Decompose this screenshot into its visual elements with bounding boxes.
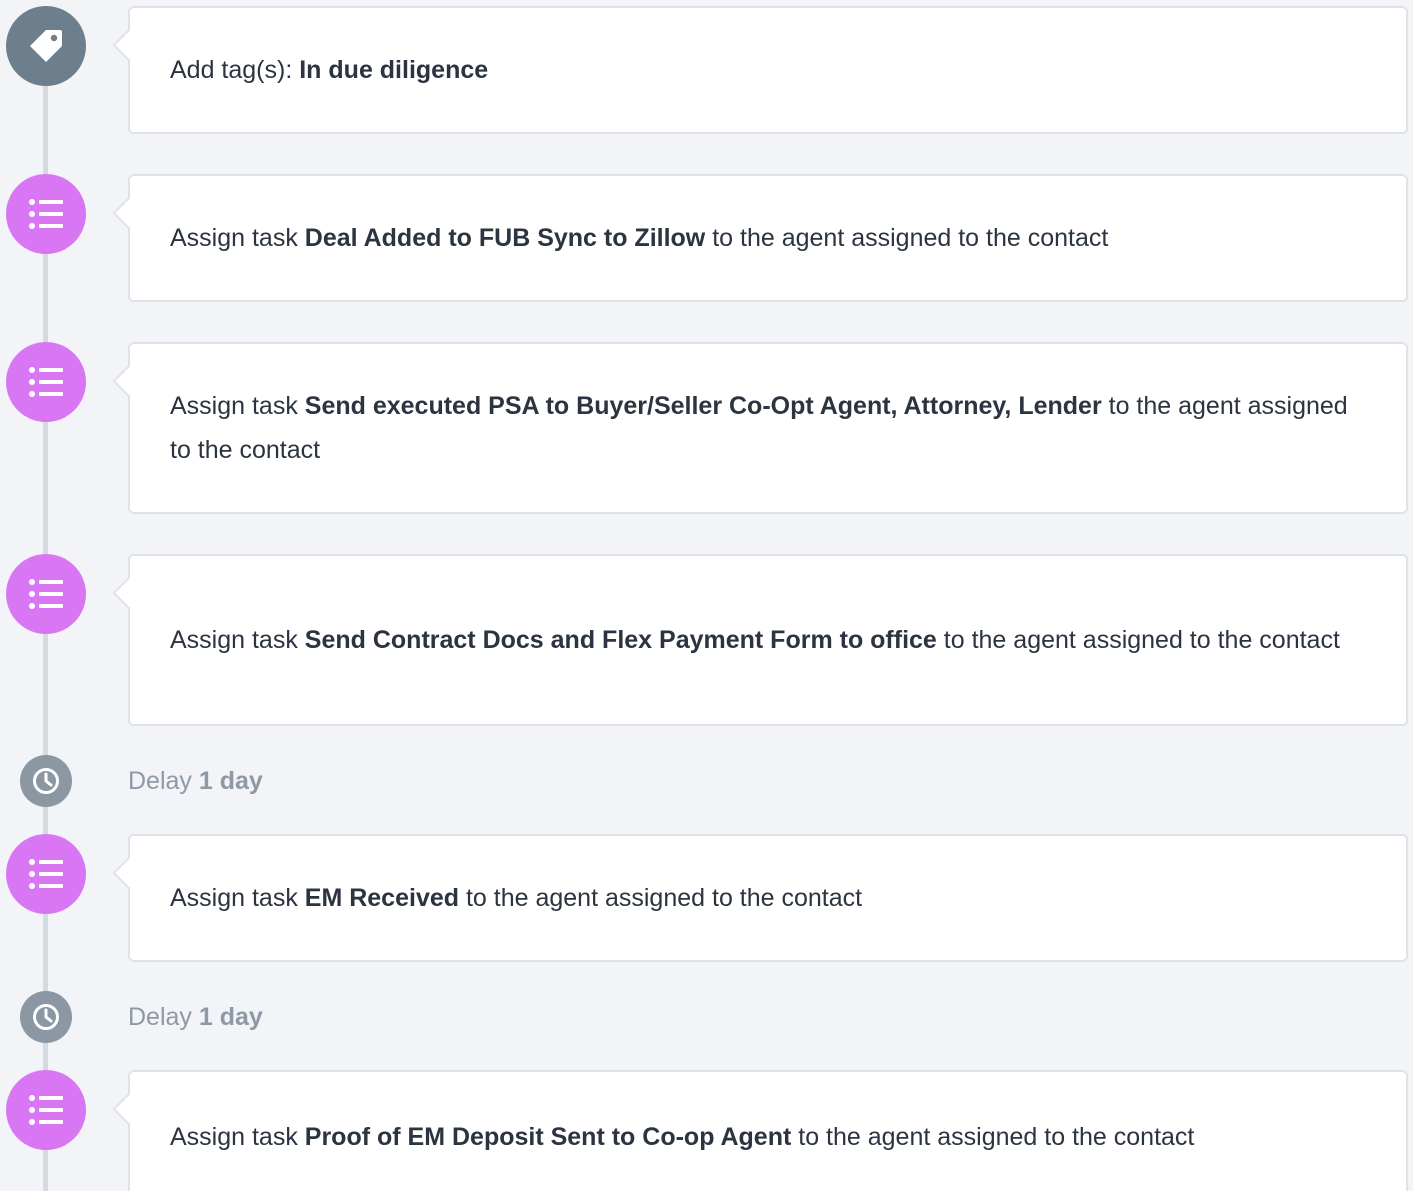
step-card-assign-task[interactable]: Assign task Proof of EM Deposit Sent to … [128,1070,1408,1191]
automation-timeline: Add tag(s): In due diligence Assign task… [0,0,1413,1191]
task-list-icon [6,554,86,634]
task-name: Proof of EM Deposit Sent to Co-op Agent [304,1123,792,1151]
tag-icon [6,6,86,86]
delay-label: Delay [128,767,199,795]
step-card-assign-task[interactable]: Assign task EM Received to the agent ass… [128,834,1408,962]
task-list-icon [6,1070,86,1150]
step-text: Assign task Proof of EM Deposit Sent to … [170,1123,1195,1151]
step-text: Assign task Send Contract Docs and Flex … [170,626,1340,654]
task-list-icon [6,174,86,254]
task-list-icon [6,834,86,914]
tag-name: In due diligence [299,56,489,84]
clock-icon [20,991,72,1043]
step-text: Assign task Deal Added to FUB Sync to Zi… [170,224,1109,252]
step-text: Assign task Send executed PSA to Buyer/S… [170,392,1348,464]
task-name: Send executed PSA to Buyer/Seller Co-Opt… [304,392,1102,420]
step-card-assign-task[interactable]: Assign task Deal Added to FUB Sync to Zi… [128,174,1408,302]
task-list-icon [6,342,86,422]
clock-icon [20,755,72,807]
step-text: Assign task EM Received to the agent ass… [170,884,863,912]
delay-step[interactable]: Delay 1 day [128,766,263,796]
task-name: EM Received [304,884,460,912]
delay-value: 1 day [198,767,263,795]
step-text: Add tag(s): In due diligence [170,56,489,84]
step-card-assign-task[interactable]: Assign task Send Contract Docs and Flex … [128,554,1408,726]
task-name: Deal Added to FUB Sync to Zillow [304,224,706,252]
delay-label: Delay [128,1003,199,1031]
step-card-assign-task[interactable]: Assign task Send executed PSA to Buyer/S… [128,342,1408,514]
delay-value: 1 day [198,1003,263,1031]
delay-step[interactable]: Delay 1 day [128,1002,263,1032]
step-card-add-tag[interactable]: Add tag(s): In due diligence [128,6,1408,134]
task-name: Send Contract Docs and Flex Payment Form… [304,626,937,654]
